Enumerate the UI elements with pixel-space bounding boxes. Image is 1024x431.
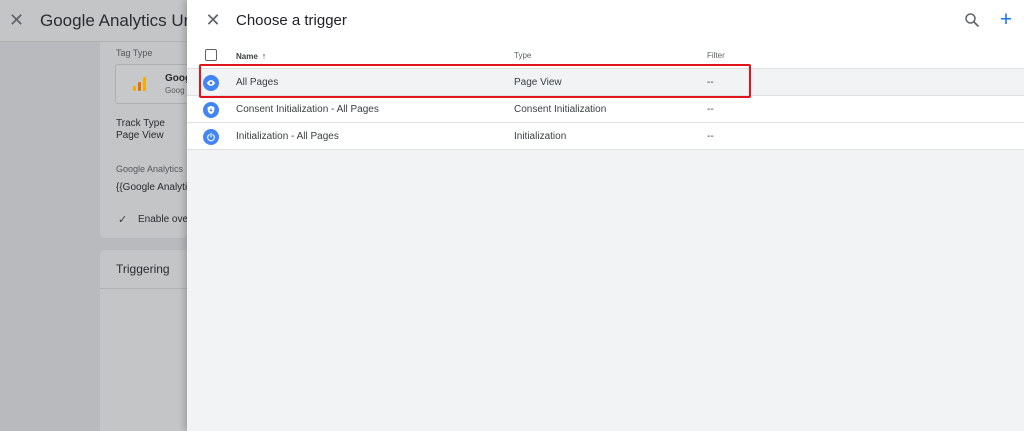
panel-title: Choose a trigger <box>236 12 347 29</box>
background-header: ✕ Google Analytics Univers <box>0 0 187 42</box>
triggering-card <box>100 250 187 431</box>
tag-type-subtitle: Goog <box>165 86 185 95</box>
enable-override-label: Enable over <box>138 214 192 225</box>
shield-icon <box>203 102 219 118</box>
trigger-type: Consent Initialization <box>514 104 607 115</box>
google-analytics-icon <box>133 77 147 91</box>
power-icon <box>203 129 219 145</box>
trigger-name: Consent Initialization - All Pages <box>236 104 379 115</box>
column-header-type[interactable]: Type <box>514 51 531 60</box>
close-icon[interactable]: ✕ <box>205 10 221 30</box>
select-all-checkbox[interactable] <box>205 49 217 61</box>
trigger-filter: -- <box>707 104 714 115</box>
background-tag-title: Google Analytics Univers <box>40 11 187 30</box>
sort-ascending-icon: ↑ <box>261 51 267 61</box>
tag-type-box <box>115 64 187 104</box>
triggering-title: Triggering <box>116 262 170 276</box>
trigger-name: Initialization - All Pages <box>236 131 339 142</box>
ga-settings-label: Google Analytics <box>116 164 184 174</box>
highlight-box <box>199 64 751 98</box>
tag-type-label: Tag Type <box>116 48 153 58</box>
ga-settings-value: {{Google Analytic <box>116 182 193 193</box>
table-row[interactable]: Consent Initialization - All Pages Conse… <box>187 96 1024 123</box>
add-trigger-button[interactable]: + <box>997 9 1015 31</box>
panel-header: ✕ Choose a trigger + <box>187 0 1024 42</box>
check-icon: ✓ <box>118 214 128 226</box>
track-type-label: Track Type <box>116 118 165 129</box>
background-close-icon: ✕ <box>9 10 25 30</box>
divider <box>100 288 187 289</box>
column-header-filter[interactable]: Filter <box>707 51 725 60</box>
column-header-name[interactable]: Name ↑ <box>236 51 266 61</box>
search-icon[interactable] <box>963 11 981 29</box>
trigger-type: Initialization <box>514 131 567 142</box>
table-row[interactable]: Initialization - All Pages Initializatio… <box>187 123 1024 150</box>
trigger-filter: -- <box>707 131 714 142</box>
track-type-value: Page View <box>116 130 164 141</box>
